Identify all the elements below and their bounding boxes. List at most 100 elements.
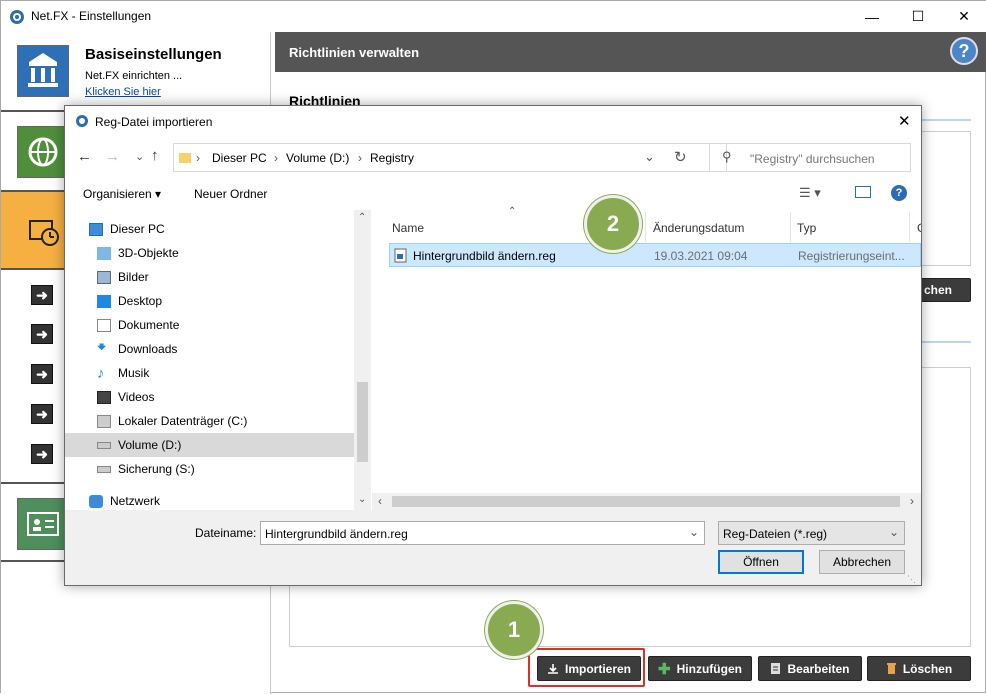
nav-item-pictures[interactable]: Bilder <box>97 265 385 289</box>
view-options-icon[interactable]: ☰ ▾ <box>799 185 821 201</box>
step-badge-1: 1 <box>485 601 543 659</box>
resize-grip-icon[interactable]: ⋱ <box>907 574 916 585</box>
column-header-name[interactable]: Name <box>392 221 424 235</box>
nav-item-3d-objects[interactable]: 3D-Objekte <box>97 241 385 265</box>
minimize-button[interactable]: — <box>849 1 895 32</box>
nav-scroll-thumb[interactable] <box>357 382 368 462</box>
network-icon <box>89 494 103 508</box>
column-divider <box>645 212 646 242</box>
document-icon <box>97 318 111 332</box>
filename-label: Dateiname: <box>195 526 257 540</box>
column-divider <box>909 212 910 242</box>
dialog-title: Reg-Datei importieren <box>95 115 213 129</box>
back-arrow-icon[interactable]: ← <box>77 148 92 165</box>
nav-item-backup-s[interactable]: Sicherung (S:) <box>97 457 385 481</box>
nav-item-downloads[interactable]: 🠻 Downloads <box>97 337 385 361</box>
address-dropdown-icon[interactable]: ⌄ <box>644 149 655 165</box>
folder-icon <box>179 153 191 163</box>
forward-arrow-icon[interactable]: → <box>105 148 120 165</box>
maximize-button[interactable]: ☐ <box>895 1 941 32</box>
filename-dropdown-icon[interactable]: ⌄ <box>689 525 699 539</box>
filetype-dropdown-icon[interactable]: ⌄ <box>889 525 899 539</box>
right-panel-title: Richtlinien verwalten <box>289 45 420 60</box>
import-button-label: Importieren <box>564 661 631 676</box>
help-icon[interactable]: ? <box>950 37 978 65</box>
delete-button[interactable]: Löschen <box>867 656 971 681</box>
arrow-right-icon[interactable]: ➜ <box>31 404 53 424</box>
column-header-size[interactable]: G <box>917 221 921 235</box>
arrow-right-icon[interactable]: ➜ <box>31 324 53 344</box>
new-folder-button[interactable]: Neuer Ordner <box>194 187 267 201</box>
sidebar-section-basic[interactable]: Basiseinstellungen Net.FX einrichten ...… <box>1 32 271 112</box>
nav-item-videos[interactable]: Videos <box>97 385 385 409</box>
nav-item-label: Netzwerk <box>110 494 161 508</box>
file-date: 19.03.2021 09:04 <box>654 249 748 263</box>
trash-icon <box>886 663 896 674</box>
file-name: Hintergrundbild ändern.reg <box>413 249 556 263</box>
close-button[interactable]: ✕ <box>941 1 986 32</box>
address-bar[interactable]: › Dieser PC › Volume (D:) › Registry ⌄ ↻ <box>173 143 727 172</box>
organize-label: Organisieren <box>83 187 152 201</box>
open-button[interactable]: Öffnen <box>718 550 804 574</box>
basic-settings-link[interactable]: Klicken Sie hier <box>85 86 161 98</box>
desktop-icon <box>97 294 111 308</box>
drive-icon <box>97 465 111 473</box>
nav-item-label: Dokumente <box>118 318 180 332</box>
breadcrumb-separator: › <box>274 151 278 165</box>
filename-input[interactable]: Hintergrundbild ändern.reg ⌄ <box>260 521 705 545</box>
breadcrumb-separator: › <box>358 151 362 165</box>
basic-settings-subtitle: Net.FX einrichten ... <box>85 70 183 82</box>
add-button[interactable]: ✚ Hinzufügen <box>648 656 752 681</box>
arrow-right-icon[interactable]: ➜ <box>31 285 53 305</box>
up-arrow-icon[interactable]: ↑ <box>151 147 159 164</box>
hscroll-thumb[interactable] <box>392 496 900 507</box>
filetype-select[interactable]: Reg-Dateien (*.reg) ⌄ <box>718 521 905 545</box>
scroll-left-icon[interactable]: ‹ <box>378 494 382 508</box>
right-panel-header: Richtlinien verwalten <box>275 32 986 72</box>
search-icon: ⚲ <box>722 149 732 164</box>
clipboard-icon <box>771 663 781 674</box>
drive-icon <box>97 441 111 449</box>
scroll-right-icon[interactable]: › <box>910 494 914 508</box>
nav-item-label: Lokaler Datenträger (C:) <box>118 414 248 428</box>
breadcrumb-item[interactable]: Dieser PC <box>212 151 267 165</box>
nav-item-documents[interactable]: Dokumente <box>97 313 385 337</box>
arrow-right-icon[interactable]: ➜ <box>31 444 53 464</box>
breadcrumb-separator: › <box>196 151 200 165</box>
picture-icon <box>97 270 111 284</box>
file-row[interactable]: Hintergrundbild ändern.reg 19.03.2021 09… <box>389 243 921 267</box>
nav-item-label: Sicherung (S:) <box>118 462 195 476</box>
main-window-title: Net.FX - Einstellungen <box>31 9 152 23</box>
nav-item-desktop[interactable]: Desktop <box>97 289 385 313</box>
cancel-button[interactable]: Abbrechen <box>819 550 905 574</box>
nav-item-label: Bilder <box>118 270 149 284</box>
breadcrumb-item[interactable]: Registry <box>370 151 414 165</box>
arrow-right-icon[interactable]: ➜ <box>31 364 53 384</box>
film-icon <box>97 390 111 404</box>
import-button[interactable]: Importieren <box>537 656 641 681</box>
breadcrumb-item[interactable]: Volume (D:) <box>286 151 349 165</box>
dialog-footer: Dateiname: Hintergrundbild ändern.reg ⌄ … <box>65 510 921 585</box>
organize-button[interactable]: Organisieren ▾ <box>83 187 161 201</box>
refresh-icon[interactable]: ↻ <box>674 148 687 166</box>
nav-item-volume-d[interactable]: Volume (D:) <box>65 433 354 457</box>
nav-item-this-pc[interactable]: Dieser PC <box>89 217 377 241</box>
nav-scrollbar[interactable]: ⌃ ⌄ <box>354 210 371 510</box>
column-header-date[interactable]: Änderungsdatum <box>653 221 744 235</box>
column-header-type[interactable]: Typ <box>797 221 816 235</box>
file-list-hscrollbar[interactable]: ‹ › <box>372 493 921 510</box>
edit-button[interactable]: Bearbeiten <box>758 656 862 681</box>
dialog-app-icon <box>76 115 88 127</box>
scroll-up-icon[interactable]: ⌃ <box>358 212 366 223</box>
recent-chevron-icon[interactable]: ⌄ <box>135 150 144 163</box>
column-divider <box>790 212 791 242</box>
nav-item-music[interactable]: ♪ Musik <box>97 361 385 385</box>
scroll-down-icon[interactable]: ⌄ <box>358 494 366 505</box>
nav-item-local-disk-c[interactable]: Lokaler Datenträger (C:) <box>97 409 385 433</box>
dialog-close-icon[interactable]: ✕ <box>898 112 911 130</box>
preview-pane-icon[interactable] <box>855 186 871 198</box>
drive-icon <box>97 414 111 428</box>
search-placeholder: "Registry" durchsuchen <box>750 152 875 166</box>
search-box[interactable]: ⚲ "Registry" durchsuchen <box>709 143 911 172</box>
dialog-help-icon[interactable]: ? <box>891 185 907 201</box>
